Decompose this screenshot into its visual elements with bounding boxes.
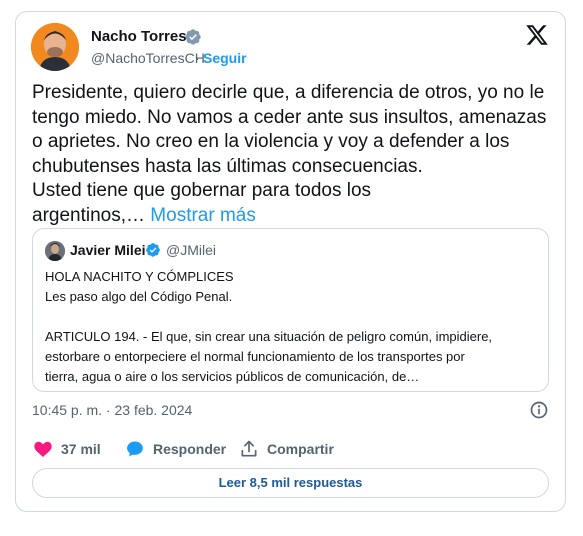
share-button[interactable]: Compartir bbox=[239, 439, 334, 459]
author-handle[interactable]: @NachoTorresCH bbox=[91, 50, 205, 66]
follow-button[interactable]: Seguir bbox=[203, 50, 247, 66]
tweet-body: Presidente, quiero decirle que, a difere… bbox=[32, 82, 547, 226]
x-logo-icon[interactable] bbox=[525, 23, 549, 47]
quote-verified-badge-icon bbox=[146, 243, 160, 257]
tweet-timestamp[interactable]: 10:45 p. m. · 23 feb. 2024 bbox=[32, 402, 192, 418]
share-upload-icon bbox=[241, 440, 257, 457]
author-avatar-image bbox=[31, 23, 79, 71]
verified-badge-icon bbox=[185, 29, 201, 45]
show-more-link[interactable]: Mostrar más bbox=[150, 205, 256, 226]
heart-icon bbox=[34, 441, 52, 457]
like-button[interactable]: 37 mil bbox=[33, 439, 101, 459]
quote-author-name: Javier Milei bbox=[70, 242, 146, 258]
reply-label: Responder bbox=[153, 441, 227, 457]
info-icon[interactable] bbox=[529, 400, 549, 420]
tweet-text: Presidente, quiero decirle que, a difere… bbox=[32, 81, 552, 228]
quoted-tweet[interactable]: Javier Milei @JMilei HOLA NACHITO Y CÓMP… bbox=[32, 228, 549, 392]
author-avatar[interactable] bbox=[31, 23, 79, 71]
quote-author-handle: @JMilei bbox=[166, 242, 216, 258]
separator-dot: · bbox=[195, 50, 200, 66]
read-replies-button[interactable]: Leer 8,5 mil respuestas bbox=[32, 468, 549, 498]
quote-text: HOLA NACHITO Y CÓMPLICES Les paso algo d… bbox=[45, 269, 493, 384]
quote-avatar-image bbox=[45, 241, 65, 261]
speech-bubble-icon bbox=[127, 441, 143, 457]
quote-author-avatar[interactable] bbox=[45, 241, 65, 261]
share-label: Compartir bbox=[267, 441, 334, 457]
like-count: 37 mil bbox=[61, 441, 101, 457]
tweet-card: Nacho Torres @NachoTorresCH · Seguir Pre… bbox=[15, 11, 566, 512]
author-name[interactable]: Nacho Torres bbox=[91, 28, 187, 45]
reply-button[interactable]: Responder bbox=[125, 439, 226, 459]
